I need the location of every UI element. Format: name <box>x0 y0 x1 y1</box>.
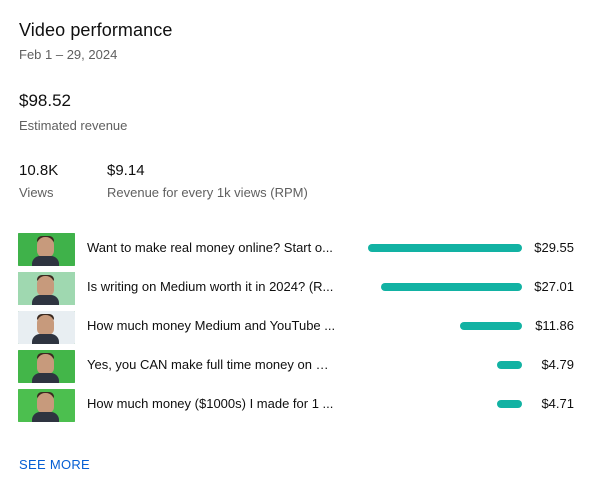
rpm-label: Revenue for every 1k views (RPM) <box>107 185 308 200</box>
thumbnail-body <box>32 295 59 305</box>
views-value: 10.8K <box>19 162 59 179</box>
thumbnail-body <box>32 373 59 383</box>
estimated-revenue-value: $98.52 <box>19 91 71 110</box>
revenue-bar <box>497 400 522 408</box>
thumbnail-face <box>37 393 54 413</box>
video-title[interactable]: How much money ($1000s) I made for 1 ... <box>87 396 337 411</box>
revenue-bar-track <box>358 400 522 408</box>
video-performance-card: Video performance Feb 1 – 29, 2024 $98.5… <box>0 0 592 484</box>
video-revenue: $29.55 <box>534 240 574 255</box>
revenue-bar <box>497 361 522 369</box>
thumbnail-face <box>37 315 54 335</box>
video-thumbnail[interactable] <box>18 272 75 305</box>
video-title[interactable]: Want to make real money online? Start o.… <box>87 240 337 255</box>
thumbnail-face <box>37 354 54 374</box>
date-range: Feb 1 – 29, 2024 <box>19 47 118 62</box>
revenue-bar-track <box>358 322 522 330</box>
video-row[interactable]: Is writing on Medium worth it in 2024? (… <box>18 269 578 308</box>
video-row[interactable]: How much money Medium and YouTube ... $1… <box>18 308 578 347</box>
rpm-metric: $9.14 Revenue for every 1k views (RPM) <box>107 162 308 200</box>
video-title[interactable]: How much money Medium and YouTube ... <box>87 318 337 333</box>
revenue-bar-track <box>358 361 522 369</box>
rpm-value: $9.14 <box>107 162 145 179</box>
revenue-bar <box>368 244 522 252</box>
thumbnail-body <box>32 256 59 266</box>
video-row[interactable]: How much money ($1000s) I made for 1 ...… <box>18 386 578 425</box>
revenue-bar-track <box>358 283 522 291</box>
video-thumbnail[interactable] <box>18 233 75 266</box>
estimated-revenue-label: Estimated revenue <box>19 118 128 133</box>
thumbnail-face <box>37 237 54 257</box>
video-row[interactable]: Yes, you CAN make full time money on M..… <box>18 347 578 386</box>
video-title[interactable]: Is writing on Medium worth it in 2024? (… <box>87 279 337 294</box>
video-revenue: $4.79 <box>541 357 574 372</box>
thumbnail-face <box>37 276 54 296</box>
revenue-bar-track <box>358 244 522 252</box>
card-title: Video performance <box>19 20 173 40</box>
views-label: Views <box>19 185 54 200</box>
revenue-bar <box>381 283 522 291</box>
thumbnail-body <box>32 334 59 344</box>
video-title[interactable]: Yes, you CAN make full time money on M..… <box>87 357 337 372</box>
video-thumbnail[interactable] <box>18 389 75 422</box>
revenue-bar <box>460 322 522 330</box>
video-list: Want to make real money online? Start o.… <box>18 230 578 425</box>
thumbnail-body <box>32 412 59 422</box>
video-revenue: $27.01 <box>534 279 574 294</box>
video-revenue: $4.71 <box>541 396 574 411</box>
video-thumbnail[interactable] <box>18 311 75 344</box>
video-thumbnail[interactable] <box>18 350 75 383</box>
video-revenue: $11.86 <box>535 318 574 333</box>
views-metric: 10.8K Views <box>19 162 58 200</box>
video-row[interactable]: Want to make real money online? Start o.… <box>18 230 578 269</box>
see-more-link[interactable]: SEE MORE <box>19 457 90 472</box>
